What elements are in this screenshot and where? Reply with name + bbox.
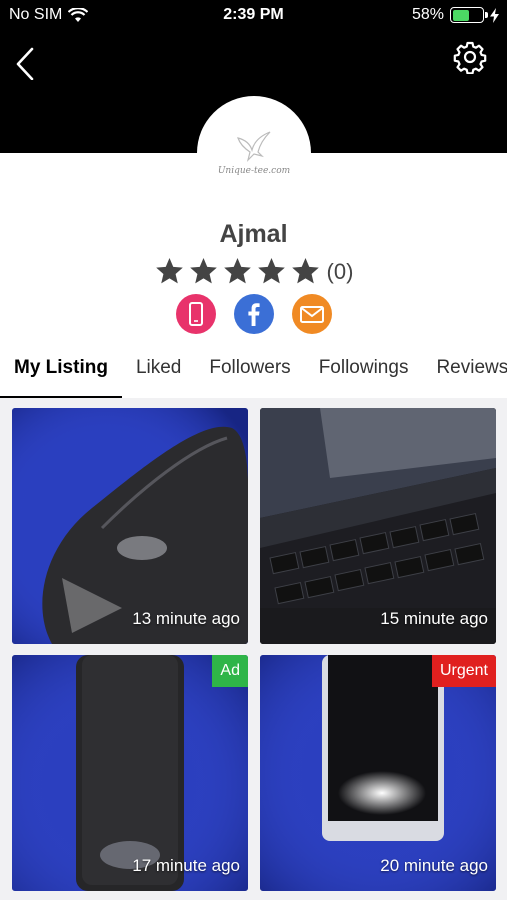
battery-percent: 58%: [411, 6, 444, 23]
contact-buttons: [0, 294, 507, 334]
listing-time: 13 minute ago: [132, 609, 240, 628]
star-icon: [155, 257, 183, 284]
facebook-icon: [247, 303, 260, 326]
tab-my-listing[interactable]: My Listing: [0, 342, 122, 398]
avatar[interactable]: Unique-tee.com: [197, 96, 311, 210]
rating-count: (0): [326, 258, 354, 284]
tab-followings[interactable]: Followings: [305, 342, 423, 398]
bird-logo-icon: [237, 131, 271, 162]
settings-button[interactable]: [453, 40, 487, 75]
star-icon: [257, 257, 285, 284]
chevron-left-icon: [16, 47, 34, 81]
star-icon: [291, 257, 319, 284]
rating: (0): [0, 256, 507, 287]
star-icon: [223, 257, 251, 284]
ad-badge: Ad: [212, 655, 248, 687]
profile-name: Ajmal: [219, 220, 288, 248]
tab-reviews[interactable]: Reviews: [422, 342, 507, 398]
tab-liked[interactable]: Liked: [122, 342, 195, 398]
star-icon: [189, 257, 217, 284]
urgent-badge: Urgent: [431, 655, 496, 687]
status-right: 58%: [412, 6, 499, 24]
listing-time: 15 minute ago: [380, 609, 488, 628]
email-button[interactable]: [291, 294, 332, 334]
phone-icon: [188, 302, 203, 326]
listing-card[interactable]: Ad 17 minute ago: [12, 655, 248, 891]
email-icon: [299, 306, 324, 323]
avatar-logo-text: Unique-tee.com: [217, 166, 291, 176]
gear-icon: [453, 41, 487, 75]
listing-card[interactable]: 15 minute ago: [260, 408, 496, 644]
listing-time: 17 minute ago: [132, 856, 240, 875]
tab-followers[interactable]: Followers: [195, 342, 304, 398]
listing-time: 20 minute ago: [380, 856, 488, 875]
listing-card[interactable]: Urgent 20 minute ago: [260, 655, 496, 891]
facebook-button[interactable]: [233, 294, 274, 334]
rating-stars: [154, 256, 321, 287]
battery-fill: [452, 9, 470, 21]
profile-tabs: My Listing Liked Followers Followings Re…: [0, 342, 507, 398]
status-bar: No SIM 2:39 PM 58%: [0, 0, 507, 32]
battery-icon: [450, 7, 488, 23]
charging-bolt-icon: [490, 7, 499, 23]
listing-card[interactable]: 13 minute ago: [12, 408, 248, 644]
back-button[interactable]: [12, 40, 44, 81]
call-button[interactable]: [175, 294, 216, 334]
